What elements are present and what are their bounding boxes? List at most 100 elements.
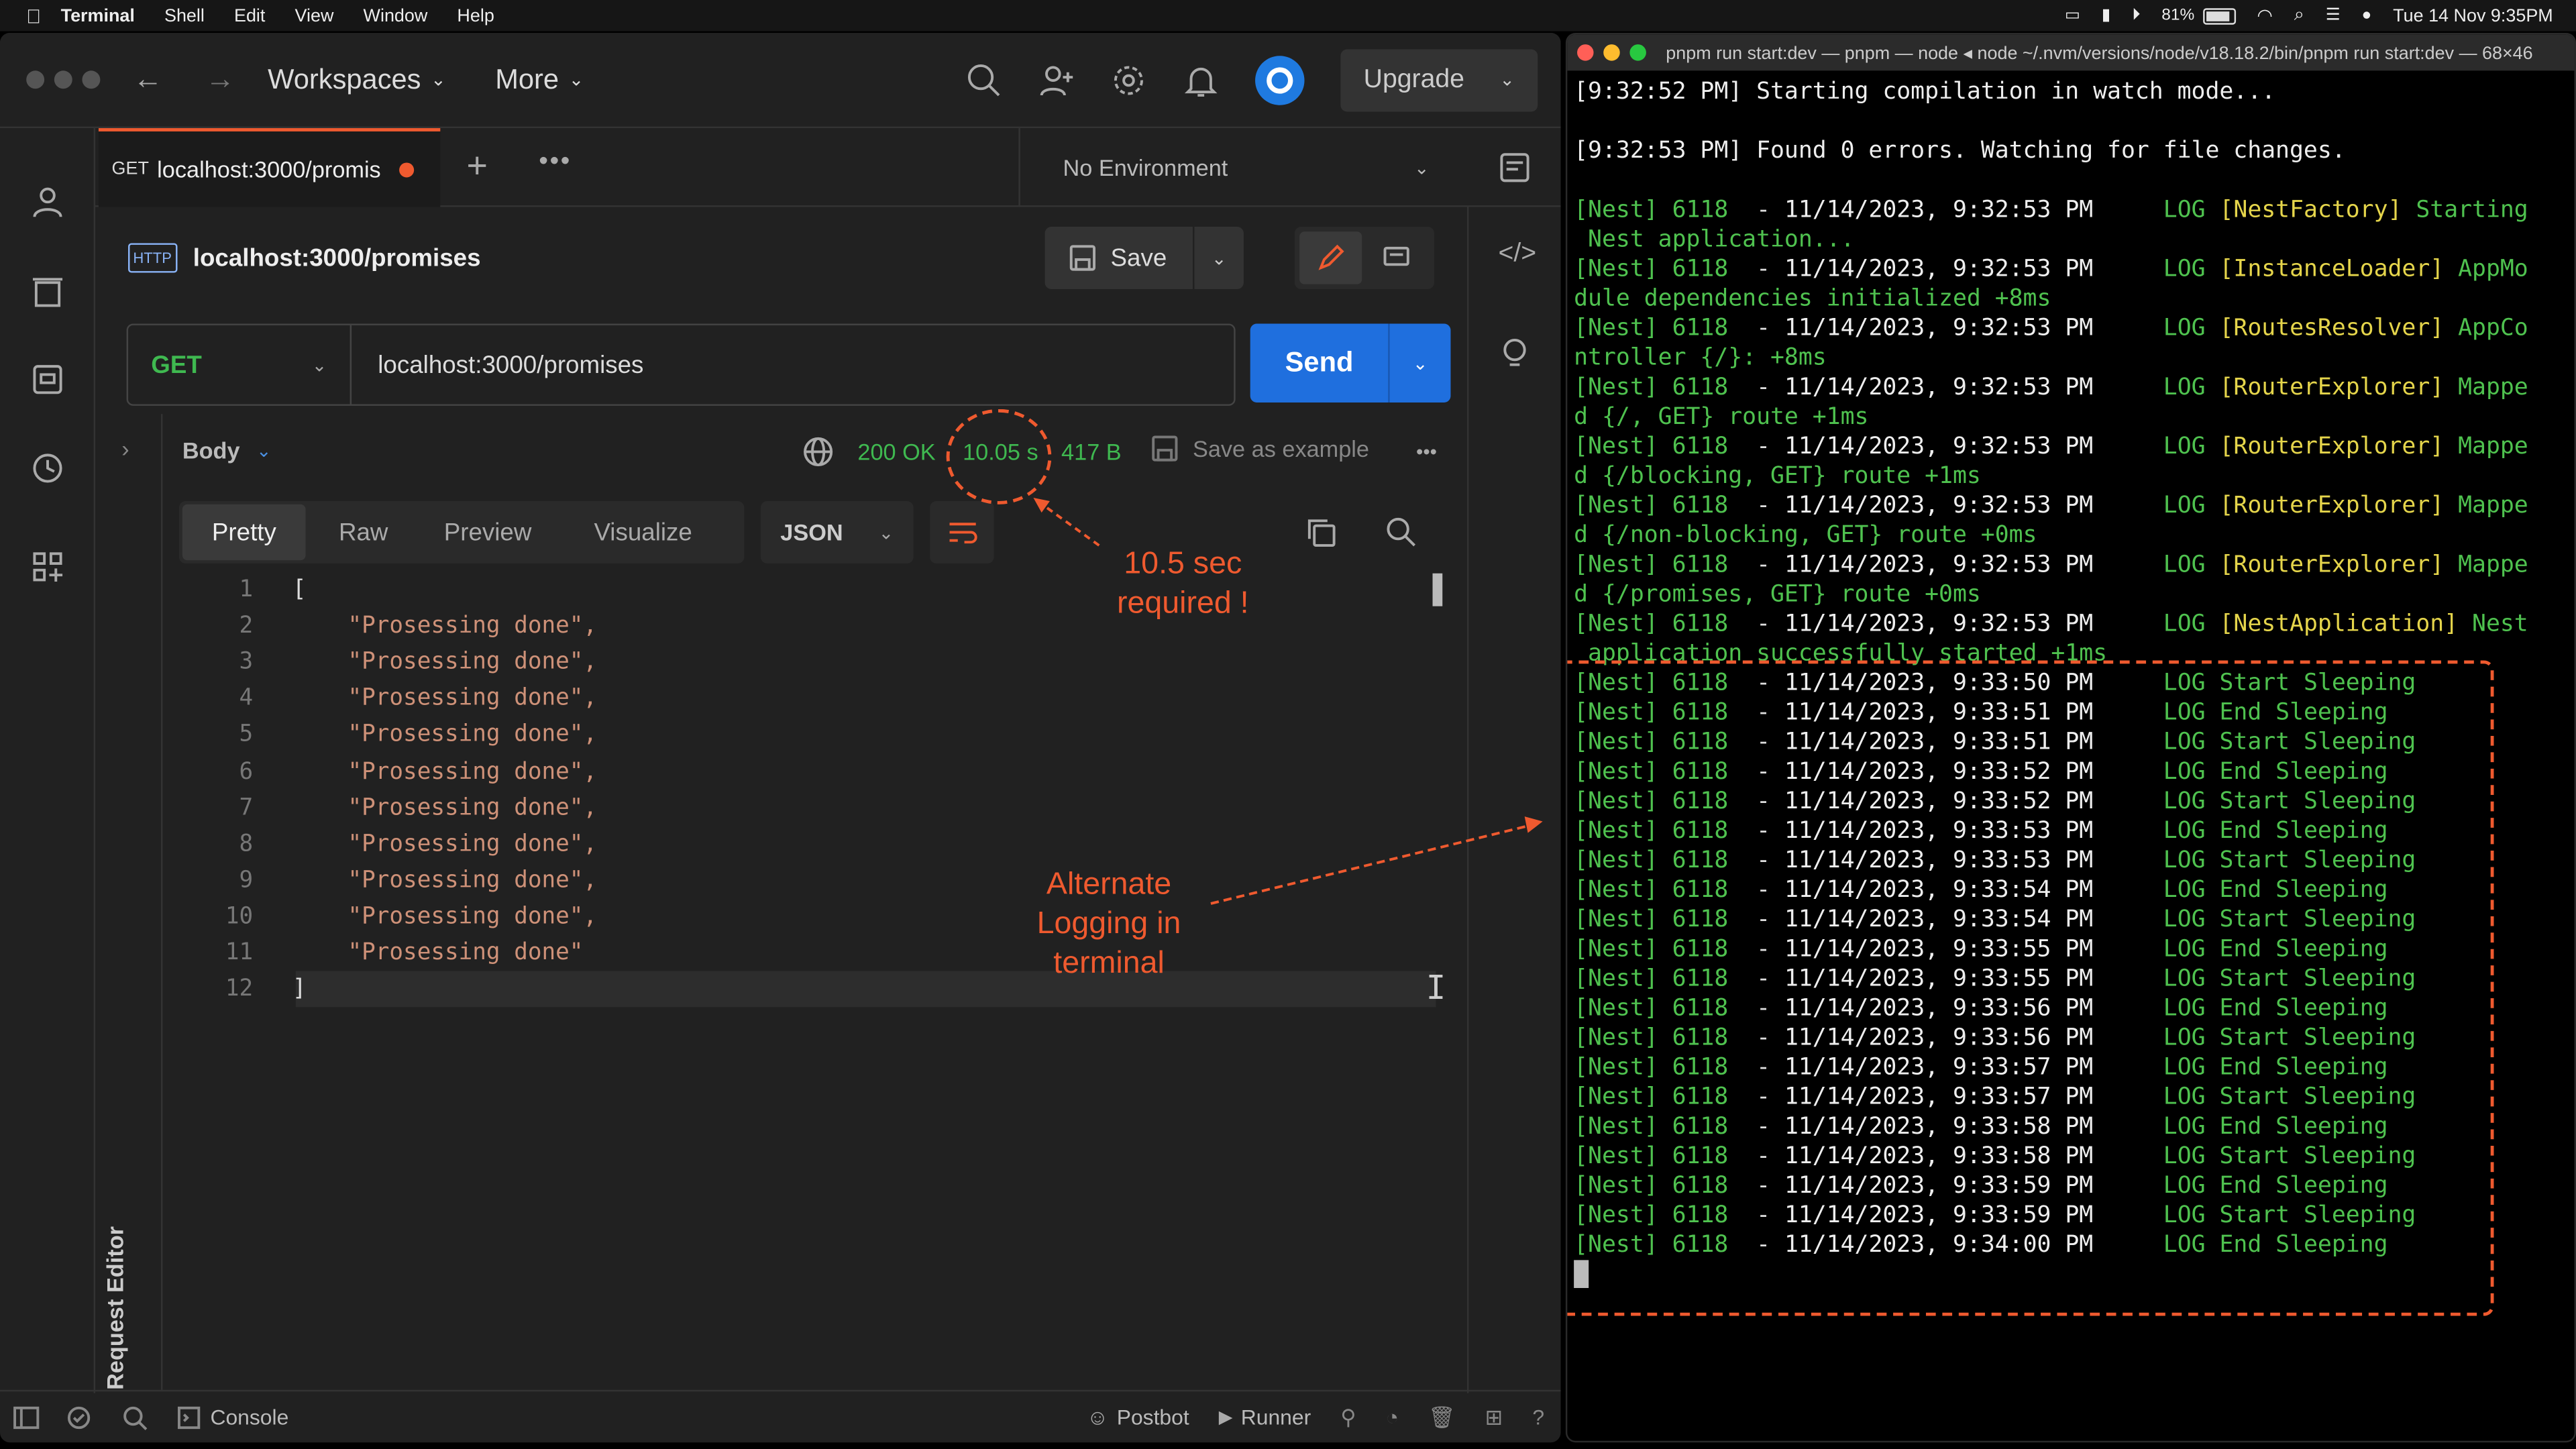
http-badge-icon: HTTP	[128, 243, 177, 273]
collections-user-icon[interactable]	[30, 184, 66, 220]
invite-user-icon[interactable]	[1038, 62, 1075, 98]
find-icon[interactable]	[121, 1404, 148, 1430]
nest-prefix: [Nest] 6118	[1574, 374, 1729, 401]
tab-pretty-label: Pretty	[211, 518, 276, 547]
menu-view[interactable]: View	[295, 6, 334, 25]
close-dot[interactable]	[26, 70, 45, 89]
terminal-line: dule dependencies initialized +8ms	[1574, 284, 2051, 314]
response-size[interactable]: 417 B	[1061, 439, 1122, 465]
globe-icon[interactable]	[802, 435, 835, 468]
nest-prefix: [Nest] 6118	[1574, 492, 1729, 519]
environments-icon[interactable]	[30, 362, 66, 398]
apps-grid-icon[interactable]	[30, 549, 66, 585]
wifi-icon[interactable]: ◠	[2257, 5, 2273, 26]
terminal-line: [9:32:53 PM] Found 0 errors. Watching fo…	[1574, 136, 2346, 166]
save-as-example-button[interactable]: Save as example	[1150, 434, 1369, 464]
menu-window[interactable]: Window	[364, 6, 428, 25]
avatar[interactable]	[1255, 55, 1305, 105]
log-level: LOG	[2163, 551, 2206, 579]
method-select[interactable]: GET ⌄	[128, 325, 352, 405]
more-menu[interactable]: More ⌄	[495, 63, 584, 96]
console-button[interactable]: Console	[177, 1405, 288, 1430]
save-options-button[interactable]: ⌄	[1194, 226, 1244, 290]
battery-percent: 81%	[2161, 6, 2195, 25]
postbot-button[interactable]: ☺ Postbot	[1087, 1405, 1189, 1430]
toggle-sidebar-icon[interactable]	[13, 1404, 40, 1430]
status-code[interactable]: 200 OK	[857, 439, 935, 465]
request-name[interactable]: localhost:3000/promises	[193, 244, 481, 272]
menu-edit[interactable]: Edit	[234, 6, 265, 25]
notification-bell-icon[interactable]	[1183, 62, 1219, 98]
siri-icon[interactable]: ●	[2362, 7, 2372, 25]
format-select[interactable]: JSON ⌄	[760, 500, 914, 564]
tab-preview[interactable]: Preview	[444, 519, 532, 547]
environment-quicklook-icon[interactable]	[1498, 151, 1531, 184]
add-tab-plus-icon[interactable]: +	[467, 145, 488, 188]
terminal-line: [Nest] 6118 - 11/14/2023, 9:32:53 PM LOG…	[1574, 551, 2528, 579]
two-pane-icon[interactable]: ⊞	[1485, 1404, 1503, 1430]
send-button[interactable]: Send	[1250, 323, 1389, 403]
time-annotation-line1: 10.5 sec	[1124, 547, 1242, 582]
history-icon[interactable]	[30, 450, 66, 486]
menu-help[interactable]: Help	[457, 6, 494, 25]
log-message: Mappe	[2458, 492, 2528, 519]
response-more-ellipsis-icon[interactable]: •••	[1416, 440, 1437, 463]
search-icon[interactable]: ⌕	[2294, 5, 2304, 26]
minimize-dot[interactable]	[1603, 44, 1620, 61]
edit-pencil-icon[interactable]	[1299, 231, 1362, 284]
code-snippet-icon[interactable]: </>	[1498, 240, 1536, 270]
clipboard-icon[interactable]: ▮	[2102, 7, 2111, 25]
online-status-icon[interactable]	[66, 1404, 92, 1430]
menu-shell[interactable]: Shell	[164, 6, 205, 25]
response-time-annotation-circle	[946, 409, 1052, 504]
request-editor-side-label[interactable]: Request Editor	[102, 1226, 128, 1390]
lightbulb-icon[interactable]	[1498, 335, 1531, 372]
menu-app-terminal[interactable]: Terminal	[61, 6, 135, 25]
scrollbar-thumb[interactable]	[1432, 573, 1443, 606]
response-body-editor[interactable]: 1 [2 "Prosessing done", 3 "Prosessing done…	[164, 567, 1462, 1010]
minimize-dot[interactable]	[54, 70, 72, 89]
workspaces-label: Workspaces	[268, 63, 421, 95]
wrap-lines-icon[interactable]	[930, 500, 994, 564]
tab-pretty[interactable]: Pretty	[182, 504, 306, 561]
more-tabs-ellipsis-icon[interactable]: •••	[539, 148, 572, 177]
url-input[interactable]: localhost:3000/promises	[378, 351, 643, 379]
forward-arrow-icon[interactable]: →	[205, 62, 235, 97]
proxy-icon[interactable]: ⚲	[1340, 1404, 1356, 1430]
settings-gear-icon[interactable]	[1111, 62, 1147, 98]
terminal-text: [9:32:52 PM] Starting compilation in wat…	[1574, 78, 2276, 105]
search-response-icon[interactable]	[1385, 516, 1418, 549]
zoom-dot[interactable]	[1629, 44, 1646, 61]
body-tab[interactable]: Body ⌄	[182, 437, 272, 463]
battery-icon[interactable]	[2202, 7, 2236, 24]
line-number: 2	[239, 612, 254, 639]
control-center-icon[interactable]: ☰	[2326, 7, 2341, 25]
zoom-dot[interactable]	[82, 70, 101, 89]
send-label: Send	[1285, 346, 1354, 378]
trash-icon[interactable]: 🗑	[1428, 1404, 1455, 1430]
help-icon[interactable]: ?	[1532, 1405, 1544, 1430]
cookies-icon[interactable]: ◔	[1386, 1405, 1399, 1430]
workspaces-menu[interactable]: Workspaces ⌄	[268, 63, 446, 96]
copy-icon[interactable]	[1305, 516, 1338, 549]
display-icon[interactable]: ▭	[2065, 7, 2080, 25]
runner-button[interactable]: ▶ Runner	[1219, 1405, 1311, 1430]
environment-selector[interactable]: No Environment ⌄	[1018, 128, 1462, 207]
apis-trash-icon[interactable]	[30, 273, 66, 309]
apple-icon[interactable]: 	[26, 4, 41, 27]
save-button[interactable]: Save	[1044, 226, 1193, 290]
comments-icon[interactable]	[1365, 231, 1428, 284]
send-options-button[interactable]: ⌄	[1388, 323, 1451, 403]
play-icon[interactable]: ⏵	[2132, 7, 2140, 25]
tab-raw[interactable]: Raw	[339, 519, 388, 547]
terminal-text: d {/promises, GET} route +0ms	[1574, 581, 1981, 608]
upgrade-button[interactable]: Upgrade ⌄	[1340, 48, 1538, 111]
clock[interactable]: Tue 14 Nov 9:35PM	[2393, 6, 2553, 25]
tab-visualize[interactable]: Visualize	[594, 519, 692, 547]
nest-prefix: [Nest] 6118	[1574, 433, 1729, 460]
back-arrow-icon[interactable]: ←	[133, 62, 162, 97]
search-icon[interactable]	[966, 62, 1002, 98]
expand-chevron-icon[interactable]: ›	[121, 435, 129, 462]
tab-promises[interactable]: GET localhost:3000/promis	[98, 128, 441, 207]
close-dot[interactable]	[1577, 44, 1594, 61]
